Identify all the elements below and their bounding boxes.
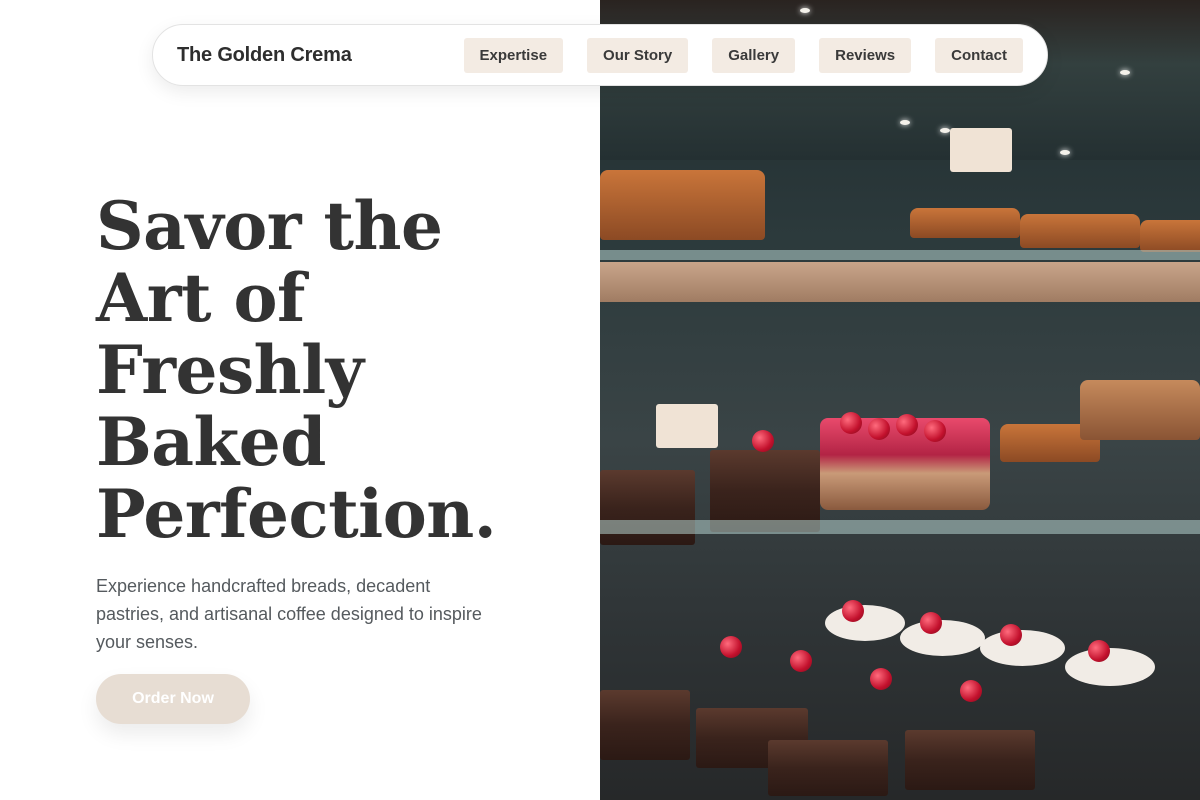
nav-item-expertise[interactable]: Expertise: [463, 37, 564, 73]
strawberry: [720, 636, 742, 658]
plate: [1065, 648, 1155, 686]
raspberry: [896, 414, 918, 436]
tart: [1080, 380, 1200, 440]
ceiling-light: [940, 128, 950, 133]
order-now-button[interactable]: Order Now: [96, 674, 250, 724]
raspberry: [1088, 640, 1110, 662]
glass-shelf: [600, 520, 1200, 534]
raspberry: [920, 612, 942, 634]
chocolate-pastry: [600, 690, 690, 760]
brand-logo[interactable]: The Golden Crema: [177, 44, 352, 67]
chocolate-pastry: [905, 730, 1035, 790]
raspberry: [1000, 624, 1022, 646]
fruit-tart: [600, 170, 765, 240]
strawberry: [870, 668, 892, 690]
strawberry: [960, 680, 982, 702]
glass-shelf: [600, 250, 1200, 260]
nav-menu: Expertise Our Story Gallery Reviews Cont…: [463, 37, 1023, 73]
ceiling-light: [900, 120, 910, 125]
fruit-tart: [1020, 214, 1140, 248]
raspberry: [868, 418, 890, 440]
headline-line: Freshly: [96, 331, 364, 409]
strawberry: [790, 650, 812, 672]
nav-item-gallery[interactable]: Gallery: [712, 37, 796, 73]
hero-pastry-image: [600, 0, 1200, 800]
ceiling-light: [1120, 70, 1130, 75]
chocolate-pastry: [768, 740, 888, 796]
fruit-tart: [910, 208, 1020, 238]
headline-line: Art of: [96, 259, 305, 337]
hero-subtext: Experience handcrafted breads, decadent …: [96, 576, 482, 652]
ceiling-light: [1060, 150, 1070, 155]
nav-item-contact[interactable]: Contact: [935, 37, 1023, 73]
plate: [980, 630, 1065, 666]
plate: [825, 605, 905, 641]
hero-headline: Savor the Art of Freshly Baked Perfectio…: [96, 190, 576, 550]
top-navigation: The Golden Crema Expertise Our Story Gal…: [152, 24, 1048, 86]
wood-shelf: [600, 262, 1200, 302]
price-tag: [656, 404, 718, 448]
headline-line: Baked: [96, 403, 326, 481]
nav-item-our-story[interactable]: Our Story: [587, 37, 689, 73]
raspberry: [752, 430, 774, 452]
raspberry: [842, 600, 864, 622]
price-tag: [950, 128, 1012, 172]
raspberry: [840, 412, 862, 434]
headline-line: Savor the: [96, 187, 443, 265]
plate: [900, 620, 985, 656]
fruit-tart: [1140, 220, 1200, 252]
ceiling-light: [800, 8, 810, 13]
raspberry: [924, 420, 946, 442]
nav-item-reviews[interactable]: Reviews: [819, 37, 912, 73]
headline-line: Perfection.: [96, 475, 497, 553]
